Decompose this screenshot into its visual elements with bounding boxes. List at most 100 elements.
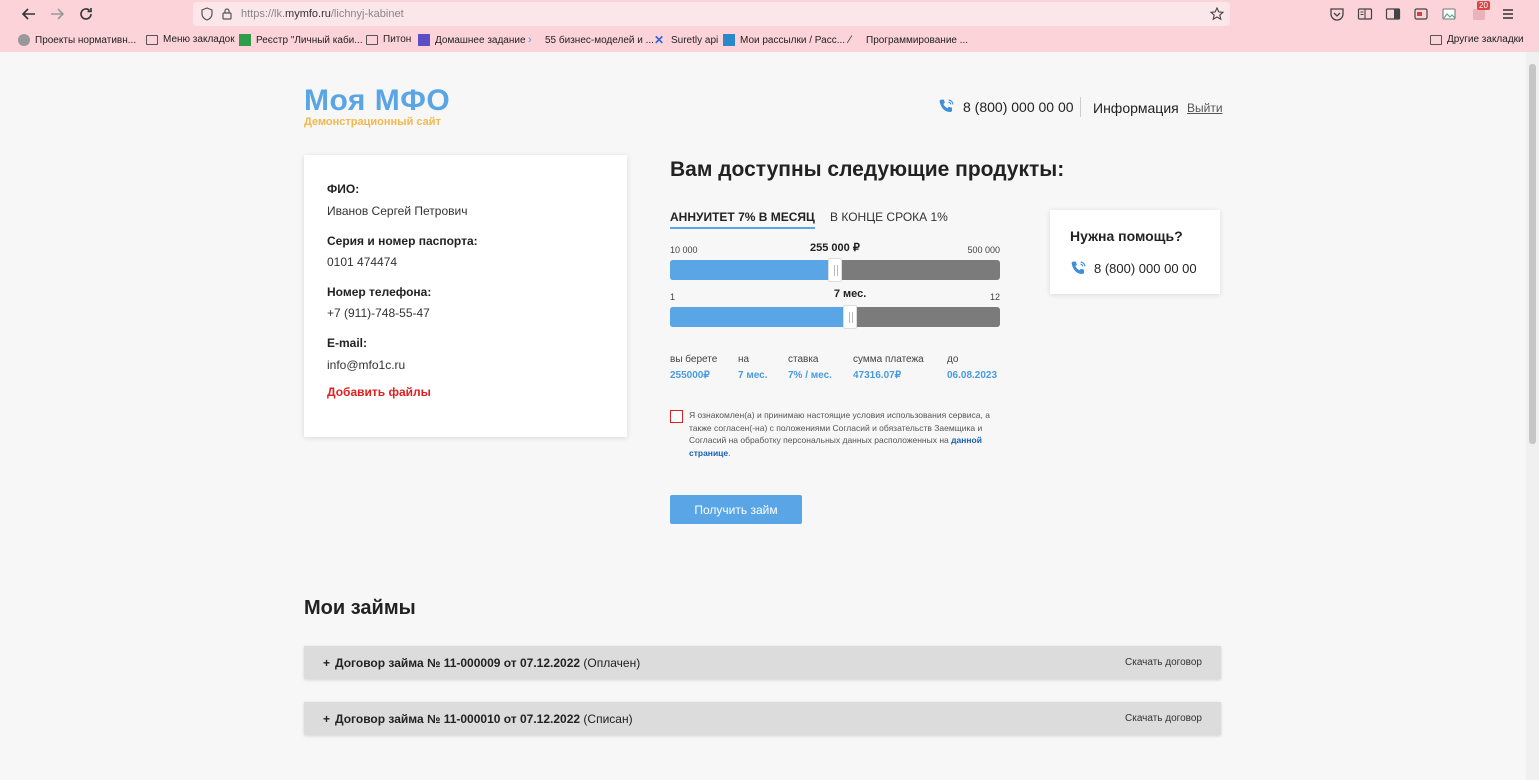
summary-until: до 06.08.2023 xyxy=(947,354,997,381)
url-text: https://lk.mymfo.ru/lichnyj-kabinet xyxy=(241,8,404,20)
amount-min: 10 000 xyxy=(670,245,698,255)
bookmarks-bar: Проекты нормативн... Меню закладок Реєст… xyxy=(0,31,1539,51)
loans-title: Мои займы xyxy=(304,597,416,619)
browser-toolbar: https://lk.mymfo.ru/lichnyj-kabinet 20 П… xyxy=(0,0,1539,52)
term-min: 1 xyxy=(670,292,676,302)
help-phone-text: 8 (800) 000 00 00 xyxy=(1094,261,1197,276)
download-contract-link[interactable]: Скачать договор xyxy=(1125,713,1202,724)
help-title: Нужна помощь? xyxy=(1070,228,1183,244)
summary-label: ставка xyxy=(788,354,819,365)
passport-value: 0101 474474 xyxy=(327,255,398,269)
download-contract-link[interactable]: Скачать договор xyxy=(1125,657,1202,668)
logout-link[interactable]: Выйти xyxy=(1187,101,1223,115)
header-phone[interactable]: 8 (800) 000 00 00 xyxy=(938,98,1074,115)
phone-label: Номер телефона: xyxy=(327,285,432,299)
summary-value: 7 мес. xyxy=(738,370,768,381)
feather-icon: ⁄ xyxy=(849,34,851,46)
phone-icon xyxy=(1071,261,1086,275)
expand-icon[interactable]: + xyxy=(323,712,330,726)
other-bookmarks[interactable]: Другие закладки xyxy=(1430,34,1524,45)
shield-icon[interactable] xyxy=(200,7,214,21)
loan-row[interactable]: + Договор займа № 11-000009 от 07.12.202… xyxy=(304,646,1221,679)
cross-icon: ✕ xyxy=(654,33,665,47)
bookmark-item[interactable]: Реєстр "Личный каби... xyxy=(239,34,363,46)
term-slider[interactable] xyxy=(670,307,1000,327)
loan-title: Договор займа № 11-000009 от 07.12.2022 … xyxy=(335,656,641,670)
summary-rate: ставка 7% / мес. xyxy=(788,354,832,381)
summary-label: до xyxy=(947,354,959,365)
notebook-icon xyxy=(418,34,430,46)
bookmark-item[interactable]: Меню закладок xyxy=(146,34,235,45)
amount-slider-fill xyxy=(670,260,835,280)
help-phone[interactable]: 8 (800) 000 00 00 xyxy=(1070,260,1197,277)
phone-icon xyxy=(939,99,954,113)
menu-icon[interactable] xyxy=(1500,6,1516,22)
add-files-link[interactable]: Добавить файлы xyxy=(327,385,431,399)
arrow-icon: › xyxy=(528,34,532,46)
lock-icon[interactable] xyxy=(220,7,234,21)
term-slider-handle[interactable] xyxy=(842,305,857,329)
amount-slider-handle[interactable] xyxy=(828,258,842,282)
extension-badge-icon[interactable]: 20 xyxy=(1471,1,1490,22)
bookmark-item[interactable]: Мои рассылки / Расс... xyxy=(723,34,845,46)
pocket-icon[interactable] xyxy=(1329,6,1345,22)
header-divider xyxy=(1080,97,1081,117)
page-content: Моя МФО Демонстрационный сайт 8 (800) 00… xyxy=(0,52,1526,780)
email-value: info@mfo1c.ru xyxy=(327,358,406,372)
summary-label: на xyxy=(738,354,750,365)
help-card: Нужна помощь? 8 (800) 000 00 00 xyxy=(1050,210,1220,294)
tab-annuity[interactable]: АННУИТЕТ 7% В МЕСЯЦ xyxy=(670,210,815,229)
term-slider-fill xyxy=(670,307,850,327)
header-phone-text: 8 (800) 000 00 00 xyxy=(963,98,1074,115)
folder-icon xyxy=(1430,34,1442,45)
term-max: 12 xyxy=(989,292,1000,302)
summary-payment: сумма платежа 47316.07₽ xyxy=(853,354,924,381)
info-link[interactable]: Информация xyxy=(1093,100,1179,116)
passport-label: Серия и номер паспорта: xyxy=(327,234,478,248)
registry-icon xyxy=(239,34,251,46)
containers-icon[interactable] xyxy=(1413,6,1429,22)
loan-status: (Списан) xyxy=(583,712,633,726)
summary-value: 255000₽ xyxy=(670,370,710,381)
sidebar-icon[interactable] xyxy=(1385,6,1401,22)
summary-value: 47316.07₽ xyxy=(853,370,902,381)
summary-label: сумма платежа xyxy=(853,354,924,365)
star-icon[interactable] xyxy=(1209,6,1225,21)
amount-current: 255 000 ₽ xyxy=(810,242,860,254)
emblem-icon xyxy=(18,34,30,46)
fio-value: Иванов Сергей Петрович xyxy=(327,204,468,218)
bookmark-item[interactable]: Домашнее задание xyxy=(418,34,526,46)
fio-label: ФИО: xyxy=(327,182,360,196)
page-scrollbar[interactable] xyxy=(1526,52,1539,780)
agreement-checkbox[interactable] xyxy=(670,410,683,423)
reader-icon[interactable] xyxy=(1357,6,1373,22)
expand-icon[interactable]: + xyxy=(323,656,330,670)
amount-max: 500 000 xyxy=(967,245,1000,255)
mail-icon xyxy=(723,34,735,46)
get-loan-button[interactable]: Получить займ xyxy=(670,495,802,524)
reload-icon[interactable] xyxy=(77,5,95,23)
screenshot-icon[interactable] xyxy=(1441,6,1457,22)
bookmark-item[interactable]: Проекты нормативн... xyxy=(18,34,136,46)
loan-status: (Оплачен) xyxy=(583,656,641,670)
summary-label: вы берете xyxy=(670,354,718,365)
loan-row[interactable]: + Договор займа № 11-000010 от 07.12.202… xyxy=(304,702,1221,735)
summary-term: на 7 мес. xyxy=(738,354,768,381)
address-bar[interactable]: https://lk.mymfo.ru/lichnyj-kabinet xyxy=(193,2,1230,26)
logo-title[interactable]: Моя МФО xyxy=(304,84,450,118)
back-icon[interactable] xyxy=(20,5,38,23)
bookmark-item[interactable]: Питон xyxy=(366,34,411,45)
summary-value: 06.08.2023 xyxy=(947,370,998,381)
tab-end-of-term[interactable]: В КОНЦЕ СРОКА 1% xyxy=(830,210,948,227)
logo-subtitle: Демонстрационный сайт xyxy=(304,116,441,128)
forward-icon[interactable] xyxy=(48,5,66,23)
loan-title: Договор займа № 11-000010 от 07.12.2022 … xyxy=(335,712,633,726)
profile-card: ФИО: Иванов Сергей Петрович Серия и номе… xyxy=(304,155,627,437)
phone-value: +7 (911)-748-55-47 xyxy=(327,306,430,320)
bookmark-item[interactable]: ⁄ Программирование ... xyxy=(849,34,968,46)
bookmark-item[interactable]: › 55 бизнес-моделей и ... xyxy=(528,34,654,46)
agreement-text: Я ознакомлен(а) и принимаю настоящие усл… xyxy=(689,410,990,458)
scrollbar-thumb[interactable] xyxy=(1529,64,1536,444)
extension-badge-count: 20 xyxy=(1477,1,1490,10)
bookmark-item[interactable]: ✕ Suretly api xyxy=(654,34,718,46)
